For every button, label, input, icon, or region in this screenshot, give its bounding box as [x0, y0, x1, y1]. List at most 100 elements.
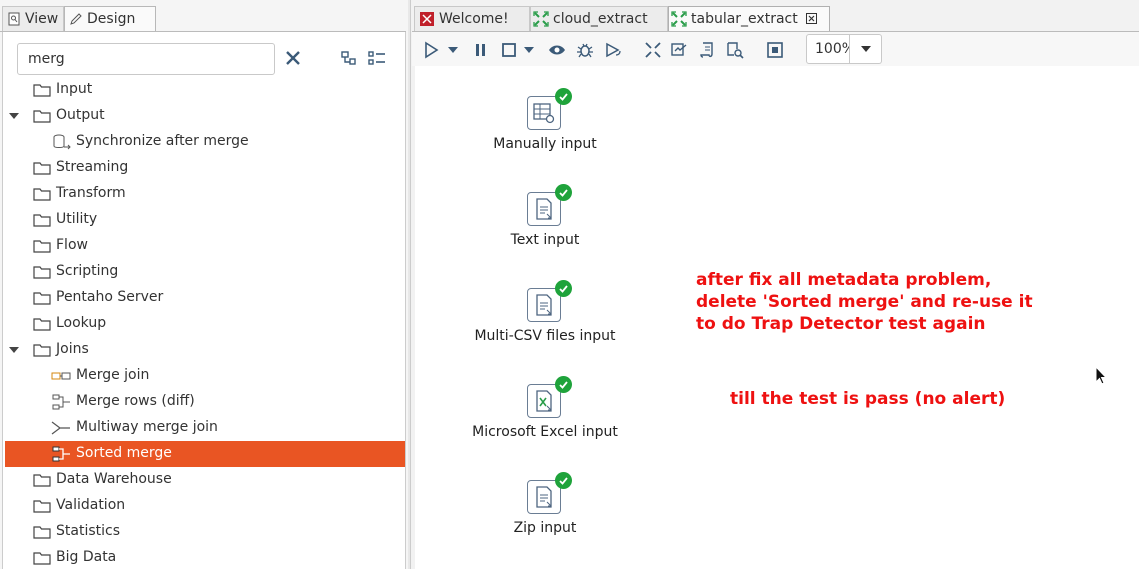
excel-file-icon	[536, 390, 552, 412]
step-zip-input[interactable]: Zip input	[465, 472, 625, 560]
step-text-input[interactable]: Text input	[465, 184, 625, 272]
tree-folder-data-warehouse[interactable]: Data Warehouse	[5, 467, 405, 493]
debug-button[interactable]	[574, 39, 596, 61]
step-manually-input[interactable]: Manually input	[465, 88, 625, 176]
tree-folder-scripting[interactable]: Scripting	[5, 259, 405, 285]
tree-folder-flow[interactable]: Flow	[5, 233, 405, 259]
tree-label: Output	[56, 107, 105, 123]
tab-view-label: View	[25, 11, 59, 27]
tree-label: Statistics	[56, 523, 120, 539]
tree-label: Synchronize after merge	[76, 133, 249, 149]
pause-button[interactable]	[470, 39, 492, 61]
tree-folder-utility[interactable]: Utility	[5, 207, 405, 233]
tree-label: Streaming	[56, 159, 129, 175]
step-microsoft-excel-input[interactable]: Microsoft Excel input	[465, 376, 625, 464]
transformation-icon	[533, 11, 549, 27]
tab-design[interactable]: Design	[64, 6, 156, 31]
tree-label: Merge rows (diff)	[76, 393, 195, 409]
tab-tabular-extract[interactable]: tabular_extract	[668, 6, 830, 31]
tree-label: Joins	[56, 341, 89, 357]
folder-icon	[33, 318, 51, 331]
tab-view[interactable]: View	[2, 6, 64, 31]
text-file-icon	[536, 294, 552, 316]
tree-label: Merge join	[76, 367, 150, 383]
expand-all-button[interactable]	[367, 45, 387, 71]
tree-folder-output[interactable]: Output	[5, 103, 405, 129]
database-search-icon	[727, 42, 744, 59]
check-icon	[555, 280, 572, 297]
multiway-merge-icon	[51, 421, 70, 435]
tree-step-synchronize-after-merge[interactable]: Synchronize after merge	[5, 129, 405, 155]
expanded-arrow-icon	[9, 347, 19, 353]
tree-folder-input[interactable]: Input	[5, 77, 405, 103]
step-label: Microsoft Excel input	[472, 424, 618, 440]
step-label: Text input	[510, 232, 580, 248]
steps-tree-panel: merg Input Output Synchronize after merg…	[2, 32, 406, 569]
explore-db-button[interactable]	[724, 39, 746, 61]
tree-step-merge-join[interactable]: Merge join	[5, 363, 405, 389]
zoom-dropdown-button[interactable]	[850, 34, 882, 64]
preview-button[interactable]	[546, 39, 568, 61]
stop-button[interactable]	[498, 39, 520, 61]
text-file-icon	[536, 198, 552, 220]
folder-icon	[33, 552, 51, 565]
note-line-4: till the test is pass (no alert)	[730, 389, 1006, 409]
replay-button[interactable]	[602, 39, 624, 61]
tree-label: Lookup	[56, 315, 107, 331]
note-line-2: delete 'Sorted merge' and re-use it	[696, 292, 1033, 312]
zoom-input[interactable]: 100%	[806, 34, 850, 64]
folder-icon	[33, 188, 51, 201]
collapse-all-button[interactable]	[339, 45, 359, 71]
fit-screen-button[interactable]	[764, 39, 786, 61]
transformation-canvas[interactable]: Manually input Text input Multi-CSV file…	[415, 66, 1139, 569]
tree-step-merge-rows-diff[interactable]: Merge rows (diff)	[5, 389, 405, 415]
step-label: Multi-CSV files input	[474, 328, 616, 344]
view-icon	[7, 12, 21, 26]
sql-button[interactable]	[696, 39, 718, 61]
expanded-arrow-icon	[9, 113, 19, 119]
tree-folder-lookup[interactable]: Lookup	[5, 311, 405, 337]
clear-search-button[interactable]	[283, 45, 303, 71]
tab-welcome[interactable]: Welcome!	[414, 6, 530, 31]
tree-label: Sorted merge	[76, 445, 172, 461]
tree-label: Data Warehouse	[56, 471, 172, 487]
tree-folder-validation[interactable]: Validation	[5, 493, 405, 519]
tree-label: Utility	[56, 211, 98, 227]
sorted-merge-icon	[52, 446, 70, 462]
tree-folder-transform[interactable]: Transform	[5, 181, 405, 207]
pentaho-logo-icon	[419, 11, 435, 27]
tree-step-sorted-merge[interactable]: Sorted merge	[5, 441, 405, 467]
tree-label: Scripting	[56, 263, 119, 279]
search-input[interactable]: merg	[17, 43, 275, 75]
tree-folder-statistics[interactable]: Statistics	[5, 519, 405, 545]
analyze-impact-button[interactable]	[668, 39, 690, 61]
tree-folder-big-data[interactable]: Big Data	[5, 545, 405, 569]
step-multi-csv-files-input[interactable]: Multi-CSV files input	[465, 280, 625, 368]
tree-folder-pentaho-server[interactable]: Pentaho Server	[5, 285, 405, 311]
tree-label: Flow	[56, 237, 88, 253]
tree-folder-joins[interactable]: Joins	[5, 337, 405, 363]
fit-screen-icon	[767, 42, 783, 58]
chevron-down-icon	[860, 46, 871, 52]
pause-icon	[476, 44, 485, 56]
close-icon	[286, 51, 300, 65]
tab-cloud-extract-label: cloud_extract	[553, 11, 648, 27]
tree-label: Pentaho Server	[56, 289, 164, 305]
run-button[interactable]	[420, 39, 442, 61]
check-icon	[555, 88, 572, 105]
tab-cloud-extract[interactable]: cloud_extract	[530, 6, 668, 31]
merge-rows-icon	[52, 394, 70, 410]
tree-folder-streaming[interactable]: Streaming	[5, 155, 405, 181]
check-button[interactable]	[642, 39, 664, 61]
tree-label: Big Data	[56, 549, 117, 565]
tree-step-multiway-merge-join[interactable]: Multiway merge join	[5, 415, 405, 441]
folder-icon	[33, 474, 51, 487]
step-label: Zip input	[513, 520, 577, 536]
left-tab-bar: View Design	[0, 6, 406, 31]
folder-icon	[33, 240, 51, 253]
folder-icon	[33, 84, 51, 97]
folder-icon	[33, 344, 51, 357]
close-tab-icon[interactable]	[805, 13, 818, 25]
run-options-dropdown[interactable]	[446, 39, 460, 61]
stop-options-dropdown[interactable]	[522, 39, 536, 61]
